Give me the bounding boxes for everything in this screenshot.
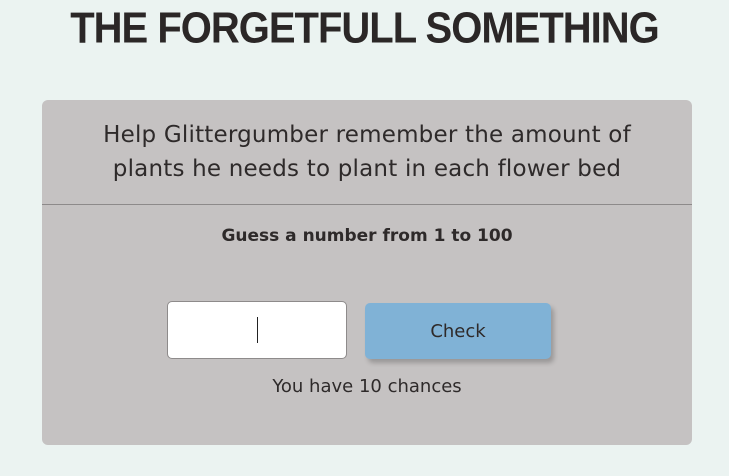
guess-prompt: Guess a number from 1 to 100 — [221, 226, 513, 246]
chances-remaining: You have 10 chances — [272, 376, 462, 397]
instructions-text: Help Glittergumber remember the amount o… — [103, 122, 631, 182]
check-button[interactable]: Check — [365, 303, 551, 359]
game-card: Help Glittergumber remember the amount o… — [42, 100, 692, 445]
text-caret — [256, 317, 258, 343]
page-title: THE FORGETFULL SOMETHING — [70, 4, 660, 53]
guess-input[interactable] — [167, 301, 347, 359]
card-header: Help Glittergumber remember the amount o… — [42, 100, 692, 205]
